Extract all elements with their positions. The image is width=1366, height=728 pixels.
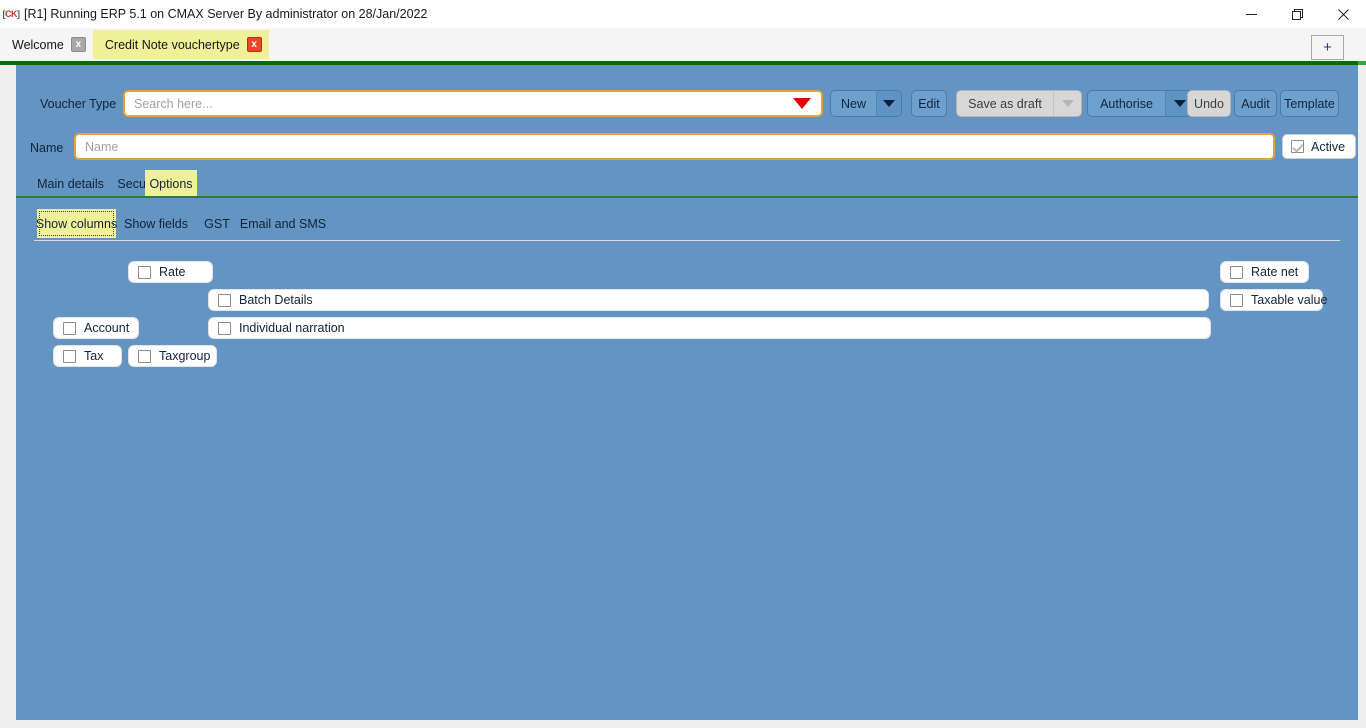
checkbox-rate-label: Rate — [159, 265, 186, 279]
checkbox-individual-narration-box[interactable] — [218, 321, 231, 335]
checkbox-taxable-value-box[interactable] — [1230, 293, 1243, 307]
checkbox-taxable-value-label: Taxable value — [1251, 293, 1328, 307]
template-button-label: Template — [1284, 96, 1335, 111]
tab-welcome-close-icon[interactable]: x — [70, 37, 86, 52]
tab-credit-note-vouchertype[interactable]: Credit Note vouchertype x — [92, 30, 269, 59]
checkbox-account[interactable]: Account — [53, 317, 139, 339]
tab-gst[interactable]: GST — [199, 209, 235, 238]
window-controls — [1228, 0, 1366, 28]
save-as-draft-button[interactable]: Save as draft — [956, 90, 1082, 117]
new-tab-button[interactable]: + — [1311, 35, 1344, 60]
tab-options[interactable]: Options — [145, 170, 197, 197]
tab-welcome[interactable]: Welcome x — [0, 30, 93, 59]
authorise-button-label: Authorise — [1100, 96, 1153, 111]
checkbox-rate-box[interactable] — [138, 265, 151, 279]
tab-show-columns[interactable]: Show columns — [35, 209, 118, 238]
name-label: Name — [30, 141, 64, 155]
tab-credit-note-vouchertype-close-icon[interactable]: x — [246, 37, 262, 52]
undo-button[interactable]: Undo — [1187, 90, 1231, 117]
audit-button-label: Audit — [1241, 96, 1270, 111]
secondary-tabs-divider — [34, 240, 1340, 241]
window-titlebar: [CK] [R1] Running ERP 5.1 on CMAX Server… — [0, 0, 1366, 28]
tab-show-fields-label: Show fields — [124, 216, 188, 231]
checkbox-rate-net-box[interactable] — [1230, 265, 1243, 279]
save-as-draft-button-label: Save as draft — [968, 96, 1042, 111]
chevron-down-icon[interactable] — [793, 98, 811, 109]
tab-credit-note-vouchertype-label: Credit Note vouchertype — [104, 37, 240, 52]
edit-button[interactable]: Edit — [911, 90, 947, 117]
edit-button-label: Edit — [918, 96, 940, 111]
checkbox-taxgroup[interactable]: Taxgroup — [128, 345, 217, 367]
checkbox-tax-label: Tax — [84, 349, 104, 363]
undo-button-label: Undo — [1194, 96, 1224, 111]
restore-icon[interactable] — [1274, 0, 1320, 28]
active-checkbox-label: Active — [1311, 139, 1346, 154]
new-dropdown-icon[interactable] — [876, 91, 901, 116]
save-as-draft-dropdown-icon[interactable] — [1053, 91, 1081, 116]
authorise-button[interactable]: Authorise — [1087, 90, 1194, 117]
voucher-type-label: Voucher Type — [40, 97, 117, 111]
checkbox-rate[interactable]: Rate — [128, 261, 213, 283]
checkbox-tax[interactable]: Tax — [53, 345, 122, 367]
checkbox-account-box[interactable] — [63, 321, 76, 335]
checkbox-account-label: Account — [84, 321, 130, 335]
checkbox-rate-net[interactable]: Rate net — [1220, 261, 1309, 283]
checkbox-batch-details-box[interactable] — [218, 293, 231, 307]
voucher-type-search-placeholder: Search here... — [134, 96, 213, 111]
name-input-placeholder: Name — [85, 139, 119, 154]
audit-button[interactable]: Audit — [1234, 90, 1277, 117]
tab-welcome-label: Welcome — [12, 37, 64, 52]
checkbox-taxable-value[interactable]: Taxable value — [1220, 289, 1327, 311]
template-button[interactable]: Template — [1280, 90, 1339, 117]
tab-main-details[interactable]: Main details — [32, 170, 109, 197]
app-icon: [CK] — [2, 9, 20, 19]
tab-show-columns-label: Show columns — [35, 216, 118, 231]
tab-email-and-sms[interactable]: Email and SMS — [236, 209, 330, 238]
checkbox-individual-narration-label: Individual narration — [239, 321, 345, 335]
minimize-icon[interactable] — [1228, 0, 1274, 28]
new-button-label: New — [841, 96, 867, 111]
checkbox-tax-box[interactable] — [63, 349, 76, 363]
name-input[interactable]: Name — [74, 133, 1275, 160]
window-title: [R1] Running ERP 5.1 on CMAX Server By a… — [24, 7, 428, 21]
tab-gst-label: GST — [204, 216, 230, 231]
tab-main-details-label: Main details — [37, 176, 104, 191]
checkbox-rate-net-label: Rate net — [1251, 265, 1299, 279]
checkbox-batch-details-label: Batch Details — [239, 293, 313, 307]
voucher-type-search-input[interactable]: Search here... — [123, 90, 823, 117]
app-icon-label: CK — [5, 9, 18, 19]
checkbox-taxgroup-label: Taxgroup — [159, 349, 211, 363]
voucher-type-form: Voucher Type Search here... New Edit Sav… — [16, 65, 1358, 720]
checkbox-taxgroup-box[interactable] — [138, 349, 151, 363]
new-button[interactable]: New — [830, 90, 902, 117]
checkbox-batch-details[interactable]: Batch Details — [208, 289, 1209, 311]
tab-email-and-sms-label: Email and SMS — [239, 216, 327, 231]
tab-strip: Welcome x Credit Note vouchertype x — [0, 28, 1366, 61]
active-checkbox[interactable]: Active — [1282, 134, 1356, 159]
active-checkbox-box[interactable] — [1291, 140, 1304, 153]
tab-options-label: Options — [149, 176, 193, 191]
tab-show-fields[interactable]: Show fields — [119, 209, 193, 238]
close-icon[interactable] — [1320, 0, 1366, 28]
checkbox-individual-narration[interactable]: Individual narration — [208, 317, 1211, 339]
primary-tabs-underline — [16, 196, 1358, 198]
